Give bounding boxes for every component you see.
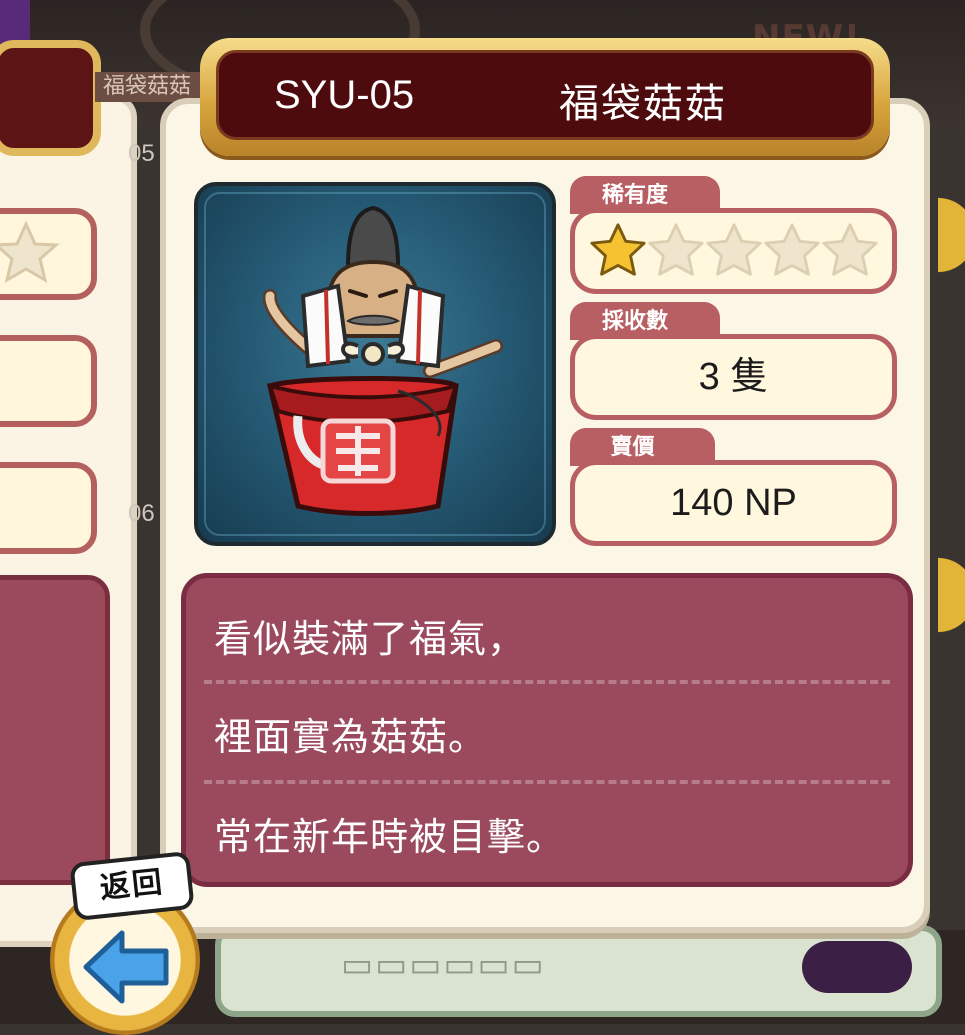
rarity-panel — [570, 208, 897, 294]
item-description: 看似裝滿了福氣， 裡面實為菇菇。 常在新年時被目擊。 — [181, 573, 913, 887]
harvest-panel: 3 隻 — [570, 334, 897, 420]
star-empty-icon — [764, 223, 820, 276]
card-title-bar: SYU-05 福袋菇菇 — [200, 38, 890, 156]
harvest-value: 3 隻 — [698, 356, 769, 398]
adjacent-card-code: 05 — [128, 140, 155, 167]
lucky-bag-mushroom-character-icon — [262, 205, 503, 516]
star-filled-icon — [590, 223, 646, 276]
adjacent-card-harvest — [0, 335, 97, 427]
adjacent-card-rarity — [0, 208, 97, 300]
card-title-inner: SYU-05 福袋菇菇 — [216, 50, 874, 140]
description-line-2: 裡面實為菇菇。 — [214, 715, 488, 759]
back-button[interactable]: 返回 — [50, 850, 208, 1035]
background-banner-badge — [802, 941, 912, 993]
item-portrait — [194, 182, 556, 546]
back-arrow-icon — [83, 930, 169, 1004]
description-divider — [204, 780, 890, 784]
adjacent-card-code: 06 — [128, 500, 155, 527]
star-empty-icon — [648, 223, 704, 276]
description-line-1: 看似裝滿了福氣， — [214, 617, 527, 661]
star-empty-icon — [0, 220, 60, 284]
price-value: 140 NP — [670, 482, 797, 524]
star-empty-icon — [706, 223, 762, 276]
adjacent-card-price — [0, 462, 97, 554]
description-line-3: 常在新年時被目擊。 — [214, 815, 566, 859]
background-banner-text: ▭▭▭▭▭▭ — [341, 945, 546, 985]
rarity-stars — [589, 221, 879, 279]
star-empty-icon — [822, 223, 878, 276]
background-gold-ornament — [938, 540, 965, 650]
item-code: SYU-05 — [274, 73, 415, 117]
adjacent-card-description — [0, 575, 110, 885]
item-name: 福袋菇菇 — [559, 81, 727, 127]
description-divider — [204, 680, 890, 684]
adjacent-card-title — [0, 40, 101, 156]
price-panel: 140 NP — [570, 460, 897, 546]
background-gold-ornament — [938, 180, 965, 290]
background-banner: ▭▭▭▭▭▭ — [215, 925, 942, 1017]
